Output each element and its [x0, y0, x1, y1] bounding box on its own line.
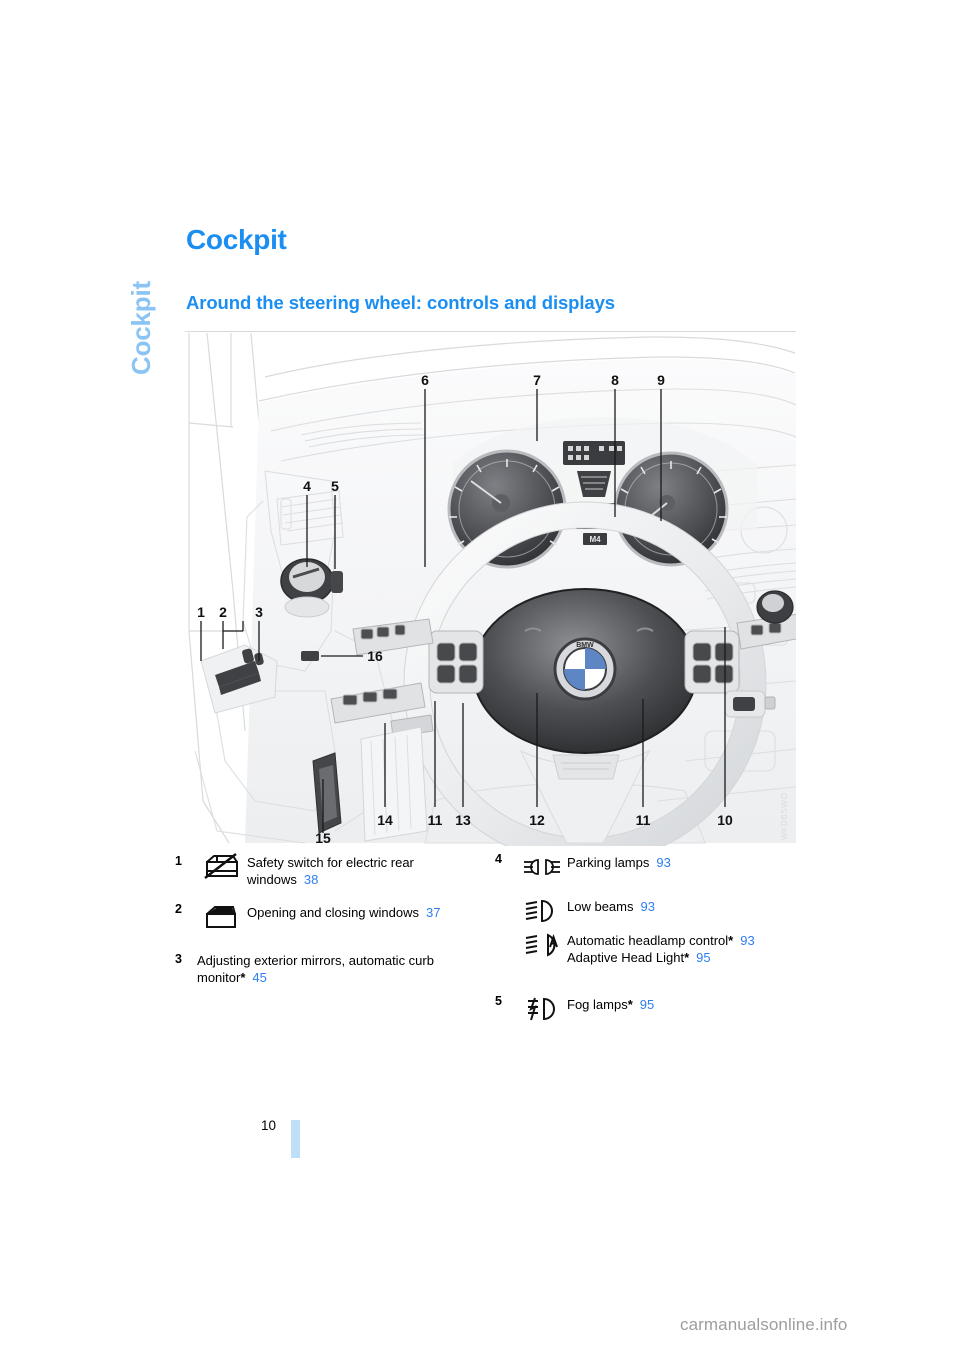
parking-lamps-icon: [517, 852, 567, 882]
legend-item-3-line2: monitor: [197, 969, 241, 985]
legend-item-4-page[interactable]: 93: [656, 855, 670, 870]
legend-item-low-beams-number: [495, 896, 517, 898]
svg-text:15: 15: [315, 830, 331, 846]
legend-item-1: 1 Safety switch for electric rear window…: [175, 852, 495, 888]
fog-lamps-icon: [517, 994, 567, 1024]
legend-item-3-text: Adjusting exterior mirrors, automatic cu…: [197, 950, 495, 986]
svg-text:4: 4: [303, 478, 311, 494]
svg-text:5: 5: [331, 478, 339, 494]
legend-item-2-line1: Opening and closing windows: [247, 905, 419, 920]
legend-item-low-beams-text: Low beams 93: [567, 896, 815, 916]
svg-text:1: 1: [197, 604, 205, 620]
svg-text:7: 7: [533, 372, 541, 388]
legend-item-3: 3 Adjusting exterior mirrors, automatic …: [175, 950, 495, 986]
legend-item-1-line1: Safety switch for electric rear: [247, 855, 414, 870]
window-safety-switch-icon: [197, 852, 247, 882]
svg-text:3: 3: [255, 604, 263, 620]
legend: 1 Safety switch for electric rear window…: [175, 852, 825, 1052]
legend-item-adaptive-head-light-star: *: [684, 949, 690, 965]
legend-item-1-page[interactable]: 38: [304, 872, 318, 887]
legend-item-2-number: 2: [175, 902, 182, 916]
legend-item-automatic-headlamp-control: Automatic headlamp control* 93 Adaptive H…: [495, 930, 815, 966]
legend-item-3-line1: Adjusting exterior mirrors, automatic cu…: [197, 953, 434, 968]
legend-item-2: 2 Opening and closing windows 37: [175, 902, 495, 932]
legend-item-auto-headlamp-line1: Automatic headlamp control: [567, 933, 729, 948]
legend-item-5-line1: Fog lamps: [567, 997, 628, 1012]
legend-item-low-beams-line1: Low beams: [567, 899, 634, 914]
svg-text:8: 8: [611, 372, 619, 388]
legend-item-adaptive-head-light-line: Adaptive Head Light: [567, 949, 685, 965]
legend-item-2-text: Opening and closing windows 37: [247, 902, 495, 922]
legend-item-adaptive-head-light-page[interactable]: 95: [696, 950, 710, 965]
legend-item-4-text: Parking lamps 93: [567, 852, 815, 872]
illustration-image-code: WKDBSWO: [780, 792, 789, 840]
svg-text:10: 10: [717, 812, 733, 828]
legend-item-4-line1: Parking lamps: [567, 855, 650, 870]
automatic-headlamp-control-icon: [517, 930, 567, 960]
svg-text:13: 13: [455, 812, 471, 828]
legend-item-4-number: 4: [495, 852, 502, 866]
legend-item-auto-headlamp-number: [495, 930, 517, 932]
legend-item-1-line2: windows: [247, 871, 297, 887]
svg-text:11: 11: [636, 812, 651, 828]
car-window-icon: [197, 902, 247, 932]
legend-item-3-number: 3: [175, 952, 182, 966]
cockpit-illustration: 174.9 11:15 am M4 BMW 6 7 8 9 4 5 1 2 3 …: [185, 331, 796, 846]
svg-text:12: 12: [529, 812, 545, 828]
illustration-top-rule: [185, 331, 796, 332]
page-title: Cockpit: [186, 224, 287, 255]
legend-item-1-text: Safety switch for electric rear windows 3…: [247, 852, 495, 888]
svg-text:6: 6: [421, 372, 429, 388]
svg-text:M4: M4: [589, 535, 601, 544]
svg-text:2: 2: [219, 604, 227, 620]
legend-item-5: 5 Fog lamps* 95: [495, 994, 815, 1024]
chapter-tab-label: Cockpit: [126, 281, 156, 375]
chapter-tab: Cockpit: [118, 205, 164, 375]
legend-item-3-page[interactable]: 45: [252, 970, 266, 985]
watermark: carmanualsonline.info: [680, 1315, 848, 1334]
svg-text:BMW: BMW: [576, 642, 594, 649]
page-marker-bar: [291, 1120, 300, 1158]
page-number: 10: [261, 1118, 277, 1133]
legend-item-auto-headlamp-star: *: [728, 933, 734, 948]
legend-item-3-option-star: *: [240, 969, 246, 985]
svg-text:14: 14: [377, 812, 393, 828]
legend-item-auto-headlamp-text: Automatic headlamp control* 93 Adaptive H…: [567, 930, 815, 966]
legend-item-4: 4 Parking lamps 93: [495, 852, 815, 882]
legend-item-low-beams-page[interactable]: 93: [640, 899, 654, 914]
legend-item-5-number: 5: [495, 994, 502, 1008]
legend-item-1-number: 1: [175, 854, 182, 868]
cockpit-drawing: 174.9 11:15 am M4 BMW 6 7 8 9 4 5 1 2 3 …: [185, 332, 796, 846]
legend-item-5-star: *: [627, 997, 633, 1012]
legend-item-auto-headlamp-page[interactable]: 93: [740, 933, 754, 948]
legend-item-5-page[interactable]: 95: [640, 997, 654, 1012]
legend-item-2-page[interactable]: 37: [426, 905, 440, 920]
svg-text:9: 9: [657, 372, 665, 388]
legend-right-column: 4 Parking lamps 93 Low beams 93 Automati…: [495, 852, 815, 1030]
legend-left-column: 1 Safety switch for electric rear window…: [175, 852, 495, 992]
svg-text:11: 11: [428, 812, 443, 828]
svg-text:16: 16: [367, 648, 383, 664]
legend-item-low-beams: Low beams 93: [495, 896, 815, 926]
legend-item-5-text: Fog lamps* 95: [567, 994, 815, 1014]
low-beams-icon: [517, 896, 567, 926]
section-title: Around the steering wheel: controls and …: [186, 292, 615, 313]
